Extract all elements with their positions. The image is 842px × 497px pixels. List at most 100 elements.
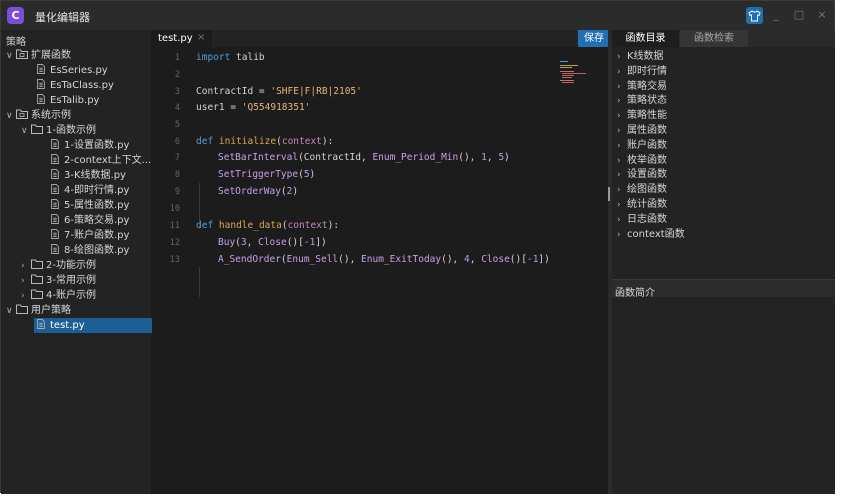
tab-function-search[interactable]: 函数检索	[680, 30, 748, 47]
tree-item-label: EsTalib.py	[50, 95, 100, 106]
tree-file-item[interactable]: 7-账户函数.py	[49, 228, 129, 243]
line-number: 7	[174, 153, 180, 163]
function-catalog-item[interactable]: › 账户函数	[617, 139, 667, 153]
function-catalog-item[interactable]: › K线数据	[617, 50, 664, 64]
function-intro-header: 函数简介	[612, 279, 835, 299]
special-folder-icon	[16, 49, 28, 59]
tab-close-icon[interactable]: ×	[197, 32, 205, 43]
function-catalog-item[interactable]: › 策略交易	[617, 80, 667, 94]
folder-icon	[31, 289, 43, 299]
chevron-right-icon[interactable]: ›	[617, 139, 627, 153]
tree-file-item[interactable]: 8-绘图函数.py	[49, 243, 129, 258]
chevron-right-icon[interactable]: ›	[617, 109, 627, 123]
chevron-right-icon[interactable]: ›	[617, 80, 627, 94]
chevron-right-icon[interactable]: ›	[617, 168, 627, 182]
maximize-icon[interactable]: □	[792, 8, 806, 22]
function-catalog-item[interactable]: › 日志函数	[617, 213, 667, 227]
function-catalog-label: 即时行情	[627, 65, 667, 77]
function-catalog-item[interactable]: › 策略性能	[617, 109, 667, 123]
chevron-right-icon[interactable]: ›	[21, 274, 31, 289]
file-icon	[37, 79, 45, 89]
special-folder-icon	[16, 109, 28, 119]
chevron-right-icon[interactable]: ›	[21, 259, 31, 274]
tree-folder-item[interactable]: › 3-常用示例	[21, 273, 96, 288]
file-icon	[51, 199, 59, 209]
chevron-right-icon[interactable]: ›	[617, 124, 627, 138]
chevron-right-icon[interactable]: ›	[617, 198, 627, 212]
tree-file-item[interactable]: 3-K线数据.py	[49, 168, 126, 183]
tree-file-item[interactable]: test.py	[34, 318, 152, 333]
save-button[interactable]: 保存	[578, 30, 610, 47]
minimize-icon[interactable]: _	[769, 8, 783, 22]
tab-test-py[interactable]: test.py ×	[152, 30, 212, 47]
function-catalog-label: 策略交易	[627, 80, 667, 92]
strategy-panel: 策略 ∨ 扩展函数 EsSeries.py EsTaClass.py EsTalib.p…	[1, 30, 152, 494]
function-catalog-item[interactable]: › 属性函数	[617, 124, 667, 138]
chevron-down-icon[interactable]: ∨	[6, 304, 16, 319]
line-number: 4	[174, 103, 180, 113]
chevron-down-icon[interactable]: ∨	[6, 109, 16, 124]
tree-file-item[interactable]: 4-即时行情.py	[49, 183, 129, 198]
tree-folder-item[interactable]: ∨ 用户策略	[6, 303, 71, 318]
tree-file-item[interactable]: 5-属性函数.py	[49, 198, 129, 213]
chevron-right-icon[interactable]: ›	[617, 65, 627, 79]
function-catalog-label: 绘图函数	[627, 184, 667, 196]
editor-window: C 量化编辑器 _ □ × 策略 ∨ 扩展函数 EsSeries.py EsTaCla…	[0, 0, 835, 494]
line-number: 1	[174, 53, 180, 63]
close-icon[interactable]: ×	[815, 8, 829, 22]
chevron-right-icon[interactable]: ›	[617, 183, 627, 197]
line-number: 3	[174, 87, 180, 97]
tree-folder-item[interactable]: › 4-账户示例	[21, 288, 96, 303]
tree-file-item[interactable]: 2-context上下文...	[49, 153, 151, 168]
function-catalog-item[interactable]: › 统计函数	[617, 198, 667, 212]
file-icon	[51, 139, 59, 149]
chevron-down-icon[interactable]: ∨	[6, 49, 16, 64]
function-catalog-label: 枚举函数	[627, 154, 667, 166]
tree-folder-item[interactable]: ∨ 系统示例	[6, 108, 71, 123]
function-catalog-item[interactable]: › 设置函数	[617, 168, 667, 182]
file-icon	[37, 319, 45, 329]
tree-file-item[interactable]: EsTalib.py	[35, 93, 99, 108]
line-number: 10	[169, 204, 180, 214]
line-number: 13	[169, 255, 180, 265]
tree-file-item[interactable]: EsSeries.py	[35, 63, 108, 78]
function-catalog-item[interactable]: › 枚举函数	[617, 154, 667, 168]
tree-file-item[interactable]: EsTaClass.py	[35, 78, 114, 93]
chevron-right-icon[interactable]: ›	[617, 50, 627, 64]
tree-item-label: 系统示例	[31, 110, 71, 121]
line-number: 8	[174, 170, 180, 180]
code-editor[interactable]: test.py × 保存 1 2 3 4 5 6 7 8 9 10 11 12 13 import ta…	[152, 30, 610, 494]
function-catalog-item[interactable]: › 策略状态	[617, 94, 667, 108]
tree-item-label: 用户策略	[31, 305, 71, 316]
tree-folder-item[interactable]: › 2-功能示例	[21, 258, 96, 273]
tree-item-label: 2-功能示例	[46, 260, 96, 271]
chevron-right-icon[interactable]: ›	[617, 154, 627, 168]
tree-folder-item[interactable]: ∨ 1-函数示例	[21, 123, 96, 138]
tree-file-item[interactable]: 6-策略交易.py	[49, 213, 129, 228]
chevron-right-icon[interactable]: ›	[617, 94, 627, 108]
splitter-handle[interactable]	[608, 187, 610, 201]
code-minimap[interactable]	[560, 61, 592, 83]
function-intro-label: 函数简介	[615, 288, 655, 299]
folder-icon	[31, 274, 43, 284]
tree-folder-item[interactable]: ∨ 扩展函数	[6, 48, 71, 63]
tab-function-catalog[interactable]: 函数目录	[612, 30, 679, 47]
code-area[interactable]: 1 2 3 4 5 6 7 8 9 10 11 12 13 import talib ContractI…	[152, 47, 608, 494]
file-icon	[51, 214, 59, 224]
function-catalog-label: 属性函数	[627, 125, 667, 136]
skin-shirt-icon[interactable]	[746, 7, 763, 24]
chevron-down-icon[interactable]: ∨	[21, 124, 31, 139]
chevron-right-icon[interactable]: ›	[617, 228, 627, 242]
app-logo-icon: C	[7, 7, 24, 24]
tree-file-item[interactable]: 1-设置函数.py	[49, 138, 129, 153]
function-catalog-item[interactable]: › 即时行情	[617, 65, 667, 79]
function-catalog-label: K线数据	[627, 51, 664, 62]
tree-item-label: 3-K线数据.py	[64, 170, 126, 181]
chevron-right-icon[interactable]: ›	[21, 289, 31, 304]
chevron-right-icon[interactable]: ›	[617, 213, 627, 227]
strategy-panel-header: 策略	[6, 37, 26, 48]
function-tabs: 函数目录 函数检索	[612, 30, 835, 47]
function-catalog-item[interactable]: › 绘图函数	[617, 183, 667, 197]
function-catalog-item[interactable]: › context函数	[617, 228, 685, 242]
line-number: 6	[174, 137, 180, 147]
